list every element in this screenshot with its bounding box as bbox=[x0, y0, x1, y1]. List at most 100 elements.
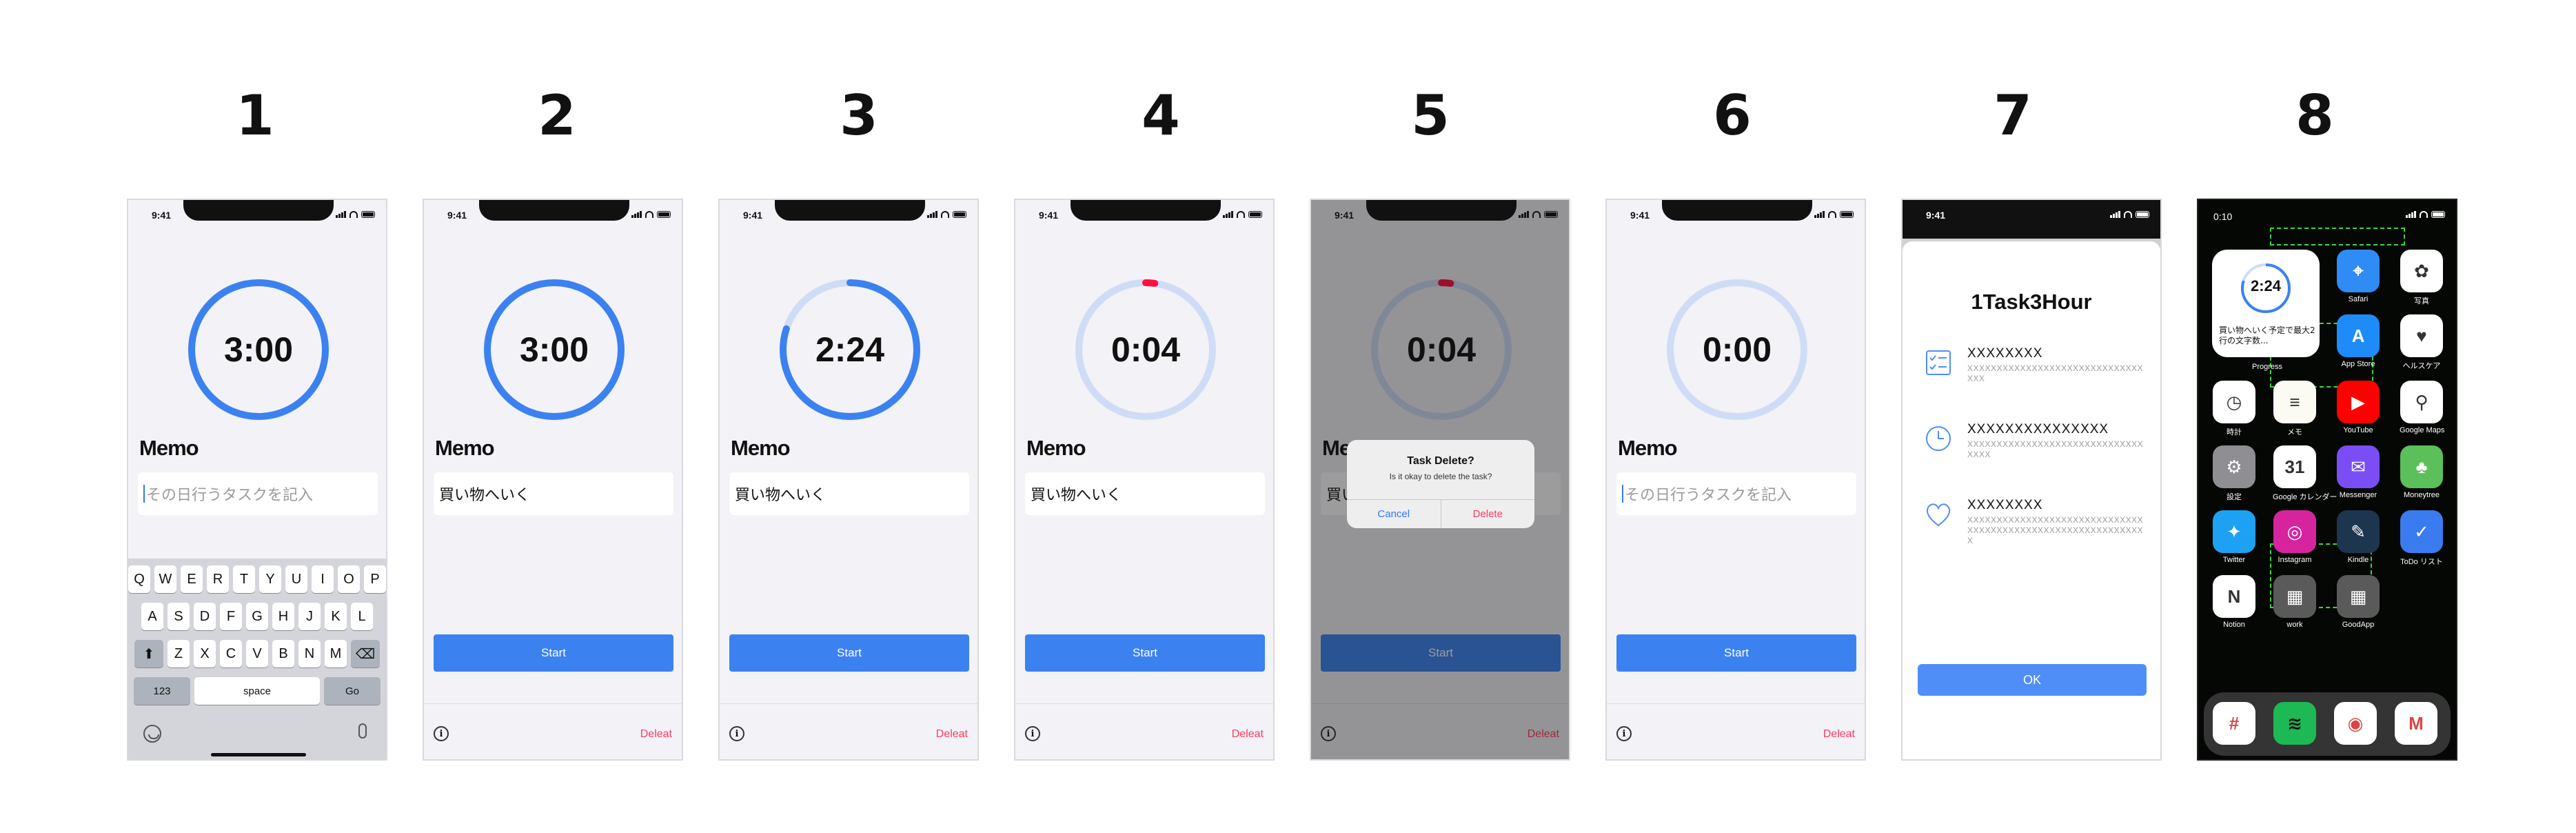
key-a[interactable]: A bbox=[141, 603, 163, 630]
phone-screen-timer-running: 9:41 2:24 Memo 買い物へいく Start i Deleat bbox=[718, 199, 979, 761]
key-l[interactable]: L bbox=[351, 603, 373, 630]
key-i[interactable]: I bbox=[312, 565, 334, 593]
app-label: App Store bbox=[2341, 360, 2375, 368]
app-時計[interactable]: ◷ 時計 bbox=[2212, 381, 2256, 437]
key-c[interactable]: C bbox=[220, 640, 242, 668]
deleat-button[interactable]: Deleat bbox=[640, 728, 672, 741]
key-m[interactable]: M bbox=[325, 640, 347, 668]
app-safari[interactable]: ⌖ Safari bbox=[2336, 250, 2380, 303]
notch bbox=[1662, 200, 1812, 221]
cancel-button[interactable]: Cancel bbox=[1347, 500, 1441, 528]
key-s[interactable]: S bbox=[168, 603, 190, 630]
key-f[interactable]: F bbox=[220, 603, 242, 630]
feature-description: XXXXXXXXXXXXXXXXXXXXXXXXXXXXXXXXX bbox=[1967, 363, 2144, 383]
key-d[interactable]: D bbox=[194, 603, 216, 630]
key-z[interactable]: Z bbox=[168, 640, 190, 668]
memo-placeholder: その日行うタスクを記入 bbox=[146, 487, 314, 504]
deleat-button[interactable]: Deleat bbox=[1823, 728, 1855, 741]
key-v[interactable]: V bbox=[246, 640, 268, 668]
microphone-icon[interactable] bbox=[358, 723, 367, 739]
dock-app-slack[interactable]: # bbox=[2212, 702, 2256, 745]
app-google-カレンダー[interactable]: 31 Google カレンダー bbox=[2273, 445, 2337, 502]
memo-input[interactable]: 買い物へいく bbox=[729, 472, 969, 515]
memo-input[interactable]: 買い物へいく bbox=[434, 472, 673, 515]
dock-app-gmail[interactable]: M bbox=[2394, 702, 2438, 745]
memo-input[interactable]: その日行うタスクを記入 bbox=[138, 472, 378, 515]
text-caret bbox=[143, 485, 145, 503]
key-k[interactable]: K bbox=[325, 603, 347, 630]
battery-icon bbox=[361, 211, 375, 218]
key-q[interactable]: Q bbox=[128, 565, 150, 593]
key-r[interactable]: R bbox=[207, 565, 229, 593]
key-p[interactable]: P bbox=[364, 565, 386, 593]
step-number: 5 bbox=[1411, 83, 1450, 148]
app-instagram[interactable]: ◎ Instagram bbox=[2273, 510, 2317, 564]
app-label: 写真 bbox=[2414, 297, 2429, 305]
key-o[interactable]: O bbox=[338, 565, 360, 593]
dock-app-chrome[interactable]: ◉ bbox=[2333, 702, 2377, 745]
step-number: 3 bbox=[840, 83, 878, 148]
delete-button[interactable]: Delete bbox=[1441, 500, 1535, 528]
key-x[interactable]: X bbox=[194, 640, 216, 668]
status-time: 0:10 bbox=[2213, 211, 2233, 222]
photos-icon: ✿ bbox=[2400, 250, 2443, 292]
app-moneytree[interactable]: ♣ Moneytree bbox=[2400, 445, 2444, 499]
app-messenger[interactable]: ✉ Messenger bbox=[2336, 445, 2380, 499]
info-icon[interactable]: i bbox=[729, 726, 744, 741]
info-icon[interactable]: i bbox=[1616, 726, 1632, 741]
appstore-icon: A bbox=[2337, 314, 2380, 357]
app-google-maps[interactable]: ⚲ Google Maps bbox=[2400, 381, 2444, 434]
key-w[interactable]: W bbox=[154, 565, 176, 593]
ok-button[interactable]: OK bbox=[1918, 664, 2147, 696]
kindle-icon: ✎ bbox=[2337, 510, 2380, 553]
key-n[interactable]: N bbox=[298, 640, 321, 668]
shift-key[interactable]: ⬆ bbox=[134, 640, 163, 668]
start-button[interactable]: Start bbox=[1616, 634, 1856, 672]
phone-screen-timer-finished: 9:41 0:00 Memo その日行うタスクを記入 Start i Delea… bbox=[1605, 199, 1866, 761]
backspace-key[interactable]: ⌫ bbox=[351, 640, 380, 668]
info-icon[interactable]: i bbox=[434, 726, 449, 741]
memo-input[interactable]: 買い物へいく bbox=[1025, 472, 1265, 515]
app-twitter[interactable]: ✦ Twitter bbox=[2212, 510, 2256, 564]
start-button[interactable]: Start bbox=[434, 634, 673, 672]
app-kindle[interactable]: ✎ Kindle bbox=[2336, 510, 2380, 564]
wifi-icon bbox=[645, 211, 653, 218]
progress-widget[interactable]: 2:24 買い物へいく予定で最大2行の文字数... bbox=[2212, 250, 2320, 357]
key-g[interactable]: G bbox=[246, 603, 268, 630]
space-key[interactable]: space bbox=[194, 677, 320, 705]
bottom-bar: i Deleat bbox=[1607, 703, 1865, 759]
memo-input[interactable]: その日行うタスクを記入 bbox=[1616, 472, 1856, 515]
key-y[interactable]: Y bbox=[259, 565, 281, 593]
start-button[interactable]: Start bbox=[729, 634, 969, 672]
app-ヘルスケア[interactable]: ♥ ヘルスケア bbox=[2400, 314, 2444, 371]
app-app-store[interactable]: A App Store bbox=[2336, 314, 2380, 368]
feature-heading: XXXXXXXX bbox=[1967, 346, 2043, 361]
key-e[interactable]: E bbox=[181, 565, 203, 593]
key-u[interactable]: U bbox=[285, 565, 307, 593]
key-j[interactable]: J bbox=[298, 603, 321, 630]
dock-app-spotify[interactable]: ≋ bbox=[2273, 702, 2317, 745]
app-youtube[interactable]: ▶ YouTube bbox=[2336, 381, 2380, 434]
app-todo-リスト[interactable]: ✓ ToDo リスト bbox=[2400, 510, 2444, 567]
deleat-button[interactable]: Deleat bbox=[936, 728, 968, 741]
wifi-icon bbox=[2124, 211, 2132, 218]
go-key[interactable]: Go bbox=[324, 677, 381, 705]
start-button[interactable]: Start bbox=[1025, 634, 1265, 672]
app-メモ[interactable]: ≡ メモ bbox=[2273, 381, 2317, 437]
app-label: 設定 bbox=[2227, 493, 2242, 501]
emoji-icon[interactable] bbox=[143, 725, 161, 743]
key-h[interactable]: H bbox=[272, 603, 294, 630]
app-notion[interactable]: N Notion bbox=[2212, 575, 2256, 629]
info-icon[interactable]: i bbox=[1025, 726, 1040, 741]
app-写真[interactable]: ✿ 写真 bbox=[2400, 250, 2444, 306]
app-goodapp[interactable]: ▦ GoodApp bbox=[2336, 575, 2380, 629]
key-b[interactable]: B bbox=[272, 640, 294, 668]
key-t[interactable]: T bbox=[233, 565, 255, 593]
deleat-button[interactable]: Deleat bbox=[1232, 728, 1264, 741]
numbers-key[interactable]: 123 bbox=[134, 677, 190, 705]
memo-title: Memo bbox=[139, 436, 199, 460]
app-設定[interactable]: ⚙ 設定 bbox=[2212, 445, 2256, 502]
app-work[interactable]: ▦ work bbox=[2273, 575, 2317, 629]
timer-display: 2:24 bbox=[815, 330, 885, 369]
memo-title: Memo bbox=[1026, 436, 1086, 460]
